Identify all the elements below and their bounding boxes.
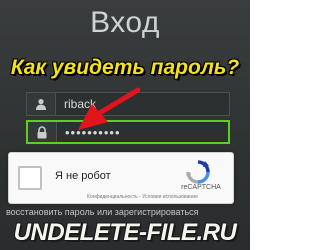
site-watermark-banner: UNDELETE-FILE.RU: [13, 219, 237, 246]
recaptcha-privacy-links[interactable]: Конфиденциальность - Условия использован…: [87, 194, 198, 200]
recaptcha-brand: reCAPTCHA: [181, 184, 221, 191]
recover-or-register-link[interactable]: восстановить пароль или зарегистрировать…: [6, 207, 244, 217]
screenshot-frame: Вход Как увидеть пароль? riback ••••••••…: [0, 0, 250, 250]
recaptcha-checkbox[interactable]: [18, 166, 42, 190]
headline-overlay: Как увидеть пароль?: [10, 56, 240, 79]
recaptcha-logo-icon: [186, 160, 210, 184]
recaptcha-widget: Я не робот reCAPTCHA Конфиденциальность …: [8, 152, 234, 204]
page-title: Вход: [90, 6, 160, 39]
recaptcha-label: Я не робот: [55, 170, 111, 182]
user-icon: [27, 93, 56, 115]
lock-icon: [28, 122, 57, 142]
red-arrow-icon: [78, 87, 140, 130]
